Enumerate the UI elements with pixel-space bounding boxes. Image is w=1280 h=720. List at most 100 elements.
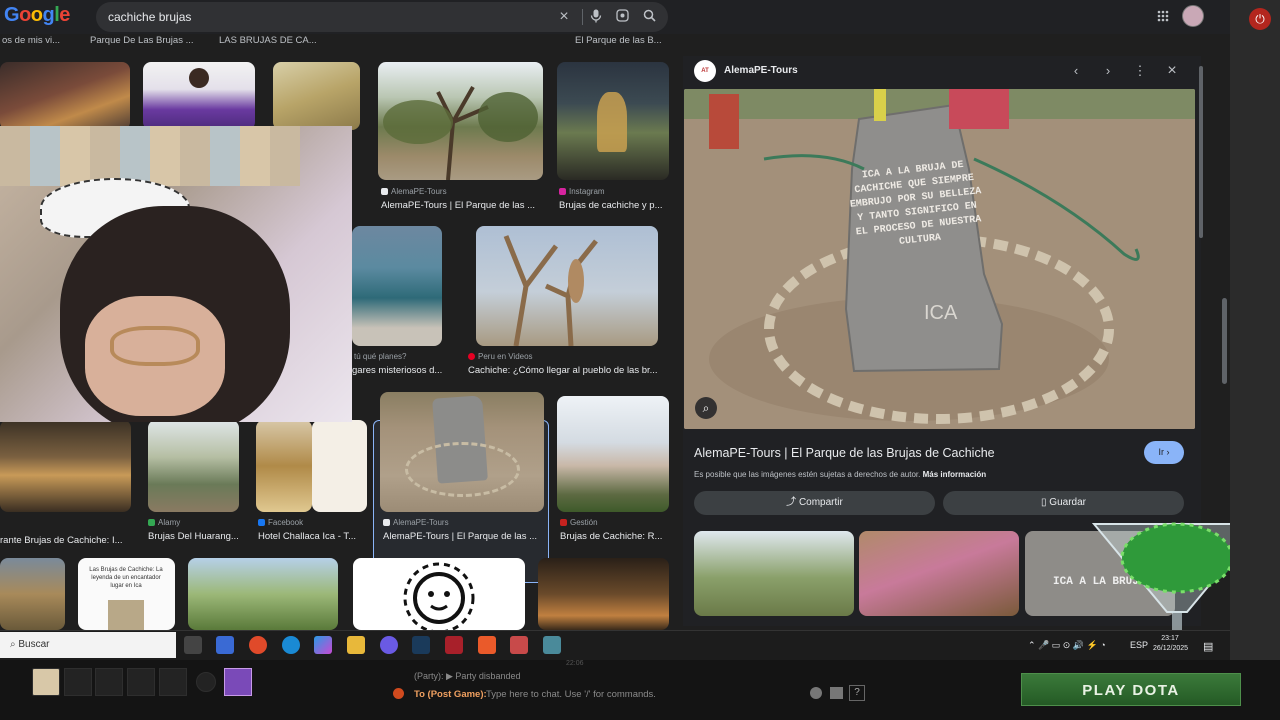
close-icon[interactable]: ×: [1163, 62, 1181, 80]
result-thumbnail[interactable]: [273, 62, 360, 130]
party-slot[interactable]: [95, 668, 123, 696]
result-thumbnail[interactable]: [352, 226, 442, 346]
party-slot[interactable]: [159, 668, 187, 696]
play-dota-button[interactable]: PLAY DOTA: [1021, 673, 1241, 706]
result-thumbnail[interactable]: [557, 62, 669, 180]
result-thumbnail[interactable]: [256, 420, 312, 512]
result-thumbnail[interactable]: [353, 558, 525, 630]
result-title[interactable]: Brujas de Cachiche: R...: [560, 531, 670, 542]
related-image[interactable]: [694, 531, 854, 616]
result-thumbnail[interactable]: [378, 62, 543, 180]
chat-channel-icon[interactable]: [393, 688, 404, 699]
stone-inscription: ICA A LA BRUJA DE CACHICHE QUE SIEMPRE E…: [849, 159, 982, 248]
result-thumbnail[interactable]: [188, 558, 338, 630]
more-options-icon[interactable]: ⋮: [1131, 62, 1149, 80]
doc-thumb-text: Las Brujas de Cachiche: La leyenda de un…: [89, 567, 163, 589]
result-thumbnail[interactable]: [476, 226, 658, 346]
apps-grid-icon[interactable]: [1154, 8, 1172, 26]
right-side-strip: [1230, 0, 1280, 720]
tray-icons[interactable]: ⌃ 🎤 ▭ ⊙ 🔊 ⚡ ◔: [1028, 640, 1106, 651]
result-title[interactable]: Brujas Del Huarang...: [148, 531, 248, 542]
copilot-icon[interactable]: [314, 636, 332, 654]
discord-icon[interactable]: [380, 636, 398, 654]
result-thumbnail[interactable]: [312, 420, 367, 512]
edge-icon[interactable]: [282, 636, 300, 654]
related-image[interactable]: [859, 531, 1019, 616]
result-thumbnail[interactable]: [0, 420, 131, 512]
party-avatar[interactable]: [32, 668, 60, 696]
copyright-text: Es posible que las imágenes estén sujeta…: [694, 470, 921, 479]
language-indicator[interactable]: ESP: [1130, 640, 1148, 650]
result-title[interactable]: Hotel Challaca Ica - T...: [258, 531, 368, 542]
search-input[interactable]: [108, 8, 548, 26]
preview-title[interactable]: AlemaPE-Tours | El Parque de las Brujas …: [694, 446, 995, 460]
result-title[interactable]: gares misteriosos d...: [352, 365, 446, 376]
lens-icon[interactable]: [614, 9, 630, 25]
preview-source-name[interactable]: AlemaPE-Tours: [724, 65, 798, 76]
dota-icon[interactable]: [445, 636, 463, 654]
result-title[interactable]: AlemaPE-Tours | El Parque de las ...: [383, 531, 545, 542]
result-thumbnail[interactable]: [143, 62, 255, 130]
microphone-icon[interactable]: [588, 9, 604, 25]
panel-scrollbar[interactable]: [1199, 66, 1203, 238]
next-icon[interactable]: ›: [1099, 62, 1117, 80]
result-title[interactable]: rante Brujas de Cachiche: I...: [0, 535, 132, 546]
page-scrollbar[interactable]: [1222, 298, 1227, 384]
clock[interactable]: 23:17 26/12/2025: [1153, 634, 1188, 654]
steam-icon[interactable]: [412, 636, 430, 654]
result-thumbnail[interactable]: [557, 396, 669, 512]
result-thumbnail[interactable]: [148, 420, 239, 512]
file-explorer-icon[interactable]: [347, 636, 365, 654]
preview-image[interactable]: ICA ICA A LA BRUJA DE CACHICHE QUE SIEMP…: [684, 89, 1195, 429]
emoji-icon[interactable]: [810, 687, 822, 699]
webcam-overlay: [0, 126, 352, 422]
share-button[interactable]: ⤴ Compartir: [694, 491, 935, 515]
result-thumbnail[interactable]: [0, 62, 130, 130]
brave-icon[interactable]: [478, 636, 496, 654]
taskbar-search[interactable]: ⌕ Buscar: [0, 632, 176, 658]
search-inside-image-icon[interactable]: ⌕: [695, 397, 717, 419]
visit-button[interactable]: Ir ›: [1144, 441, 1184, 464]
save-button[interactable]: ▯ Guardar: [943, 491, 1184, 515]
image-icon[interactable]: [830, 687, 843, 699]
result-title[interactable]: AlemaPE-Tours | El Parque de las ...: [381, 200, 543, 211]
result-source: AlemaPE-Tours: [381, 187, 541, 196]
help-icon[interactable]: ?: [849, 685, 865, 701]
account-avatar[interactable]: [1182, 5, 1204, 27]
search-icon[interactable]: [641, 9, 657, 25]
chat-channel-label[interactable]: To (Post Game):: [414, 689, 487, 700]
result-thumbnail-selected[interactable]: [380, 392, 544, 512]
more-info-link[interactable]: Más información: [923, 470, 987, 479]
stone-footer: ICA: [924, 302, 958, 324]
notifications-icon[interactable]: ▤: [1203, 640, 1213, 653]
doc-thumb-image: [108, 600, 144, 630]
result-thumbnail[interactable]: [538, 558, 669, 630]
search-header: Google ×: [0, 0, 1230, 34]
google-logo[interactable]: Google: [4, 4, 70, 27]
sculpture-illustration: [503, 235, 598, 346]
share-label: Compartir: [798, 497, 843, 508]
result-title[interactable]: Brujas de cachiche y p...: [559, 200, 669, 211]
chat-input[interactable]: Type here to chat. Use '/' for commands.: [486, 689, 656, 700]
party-slot[interactable]: [127, 668, 155, 696]
app-icon[interactable]: [510, 636, 528, 654]
overlay-time: 22:06: [566, 660, 584, 667]
store-icon[interactable]: [216, 636, 234, 654]
party-slot[interactable]: [64, 668, 92, 696]
clear-icon[interactable]: ×: [556, 9, 572, 25]
caption-partial: os de mis vi...: [2, 35, 61, 46]
result-thumbnail[interactable]: Las Brujas de Cachiche: La leyenda de un…: [78, 558, 175, 630]
figure-head: [189, 68, 209, 88]
search-box: ×: [96, 2, 668, 32]
voice-icon[interactable]: [196, 672, 216, 692]
calculator-icon[interactable]: [543, 636, 561, 654]
power-icon[interactable]: ⏻: [1249, 8, 1271, 30]
previous-icon[interactable]: ‹: [1067, 62, 1085, 80]
caption-partial: Parque De Las Brujas ...: [90, 35, 194, 46]
chrome-icon[interactable]: [249, 636, 267, 654]
task-view-icon[interactable]: [184, 636, 202, 654]
result-title[interactable]: Cachiche: ¿Cómo llegar al pueblo de las …: [468, 365, 664, 376]
result-thumbnail[interactable]: [0, 558, 65, 630]
hero-portrait[interactable]: [224, 668, 252, 696]
result-source: Instagram: [559, 187, 669, 196]
